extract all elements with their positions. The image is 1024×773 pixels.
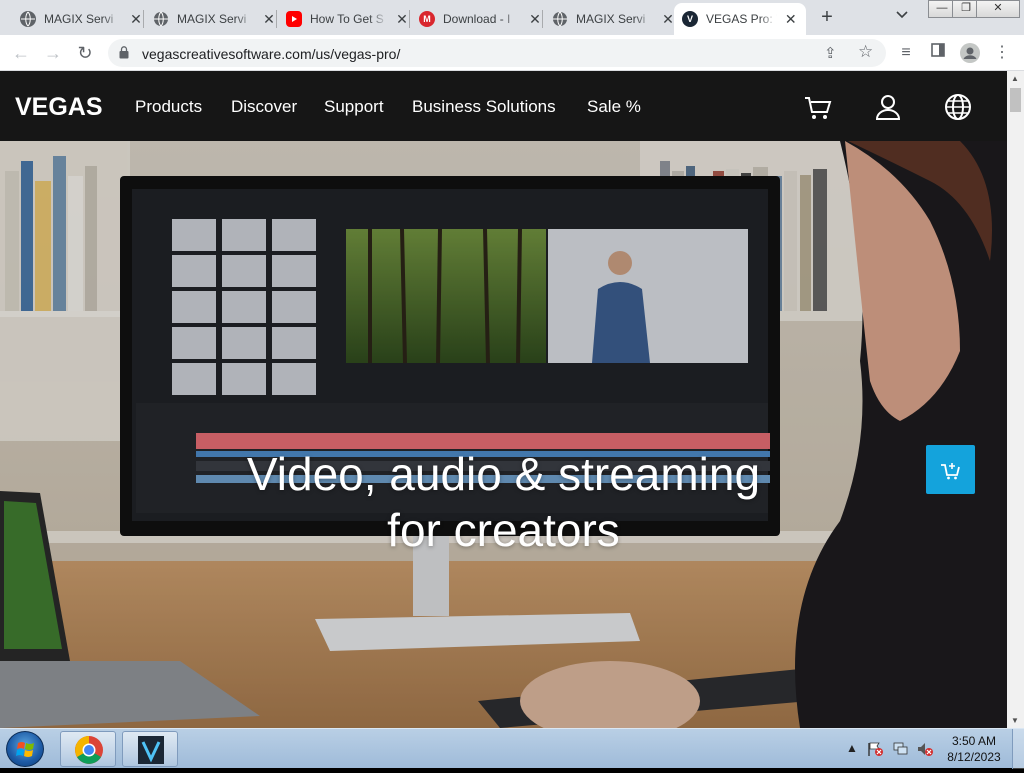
browser-tab[interactable]: MAGIX Servi ✕ <box>12 3 152 35</box>
scroll-up-arrow-icon[interactable]: ▲ <box>1011 74 1019 83</box>
reload-icon[interactable]: ↻ <box>74 42 96 64</box>
browser-tab[interactable]: How To Get S ✕ <box>278 3 418 35</box>
nav-discover[interactable]: Discover <box>231 97 297 117</box>
nav-products[interactable]: Products <box>135 97 202 117</box>
network-icon[interactable] <box>892 741 910 760</box>
windows-logo-icon <box>16 742 34 757</box>
forward-arrow-icon[interactable]: → <box>42 42 64 64</box>
reading-list-icon[interactable]: ≡ <box>896 43 916 63</box>
address-bar[interactable]: vegascreativesoftware.com/us/vegas-pro/ … <box>108 39 886 67</box>
vegas-icon: V <box>682 11 698 27</box>
volume-muted-icon[interactable] <box>916 741 934 760</box>
close-tab-icon[interactable]: ✕ <box>783 11 798 28</box>
share-icon[interactable]: ⇪ <box>824 44 837 62</box>
hero-banner: Video, audio & streaming for creators <box>0 141 1007 728</box>
action-center-flag-icon[interactable] <box>866 741 884 760</box>
scroll-down-arrow-icon[interactable]: ▼ <box>1011 716 1019 725</box>
browser-tab-strip: MAGIX Servi ✕ MAGIX Servi ✕ How To Get S… <box>0 0 1024 35</box>
language-globe-icon[interactable] <box>943 92 973 122</box>
taskbar-vegas-pro-button[interactable] <box>122 731 178 767</box>
new-tab-button[interactable]: + <box>816 6 838 28</box>
site-header: VEGAS Products Discover Support Business… <box>0 71 1007 141</box>
hero-headline-line2: for creators <box>387 504 620 556</box>
browser-tab[interactable]: MAGIX Servi ✕ <box>544 3 684 35</box>
tab-separator <box>143 10 144 28</box>
side-panel-icon[interactable] <box>928 43 948 63</box>
user-account-icon[interactable] <box>873 92 903 122</box>
browser-toolbar: ← → ↻ vegascreativesoftware.com/us/vegas… <box>0 35 1024 71</box>
show-hidden-icons-arrow-icon[interactable]: ▲ <box>846 741 858 755</box>
tab-search-chevron-icon[interactable] <box>896 8 908 22</box>
tab-title: MAGIX Servi <box>576 12 646 26</box>
nav-business-solutions[interactable]: Business Solutions <box>412 97 556 117</box>
tab-title: Download - I <box>443 12 511 26</box>
chrome-menu-icon[interactable]: ⋮ <box>992 43 1012 63</box>
tab-separator <box>409 10 410 28</box>
globe-icon <box>153 11 169 27</box>
browser-tab[interactable]: MAGIX Servi ✕ <box>145 3 285 35</box>
mega-icon: M <box>419 11 435 27</box>
taskbar-chrome-button[interactable] <box>60 731 116 767</box>
tab-separator <box>276 10 277 28</box>
cart-icon[interactable] <box>803 92 833 122</box>
floating-cart-button[interactable] <box>926 445 975 494</box>
url-text: vegascreativesoftware.com/us/vegas-pro/ <box>142 46 401 62</box>
vegas-logo[interactable]: VEGAS <box>15 93 103 122</box>
browser-tab[interactable]: M Download - I ✕ <box>411 3 551 35</box>
nav-support[interactable]: Support <box>324 97 384 117</box>
nav-sale[interactable]: Sale % <box>587 97 641 117</box>
back-arrow-icon[interactable]: ← <box>10 42 32 64</box>
start-button[interactable] <box>6 731 44 767</box>
clock-time: 3:50 AM <box>951 734 997 748</box>
tab-title: VEGAS Pro: V <box>706 12 778 26</box>
globe-icon <box>552 11 568 27</box>
globe-icon <box>20 11 36 27</box>
hero-photo <box>0 141 1007 728</box>
windows-taskbar: ▲ 3:50 AM 8/12/2023 <box>0 728 1024 769</box>
system-clock[interactable]: 3:50 AM 8/12/2023 <box>944 733 1004 765</box>
page-scrollbar[interactable]: ▲ ▼ <box>1007 71 1024 728</box>
close-tab-icon[interactable]: ✕ <box>394 11 410 28</box>
hero-headline-line1: Video, audio & streaming <box>246 448 761 500</box>
chrome-icon <box>75 736 103 764</box>
lock-icon <box>119 46 129 59</box>
add-to-cart-icon <box>941 463 960 480</box>
youtube-icon <box>286 11 302 27</box>
profile-avatar-icon[interactable] <box>960 43 980 63</box>
tab-title: MAGIX Servi <box>44 12 114 26</box>
close-tab-icon[interactable]: ✕ <box>128 11 144 28</box>
tab-separator <box>542 10 543 28</box>
clock-date: 8/12/2023 <box>947 750 1001 764</box>
close-tab-icon[interactable]: ✕ <box>261 11 277 28</box>
close-window-button[interactable]: ✕ <box>976 0 1020 18</box>
tab-title: How To Get S <box>310 12 384 26</box>
scrollbar-thumb[interactable] <box>1010 88 1021 112</box>
close-tab-icon[interactable]: ✕ <box>527 11 543 28</box>
web-page: VEGAS Products Discover Support Business… <box>0 71 1007 728</box>
vegas-pro-icon <box>138 736 164 764</box>
tab-title: MAGIX Servi <box>177 12 247 26</box>
browser-tab-active[interactable]: V VEGAS Pro: V ✕ <box>674 3 806 35</box>
show-desktop-button[interactable] <box>1012 729 1024 769</box>
bookmark-star-icon[interactable]: ☆ <box>858 42 873 62</box>
